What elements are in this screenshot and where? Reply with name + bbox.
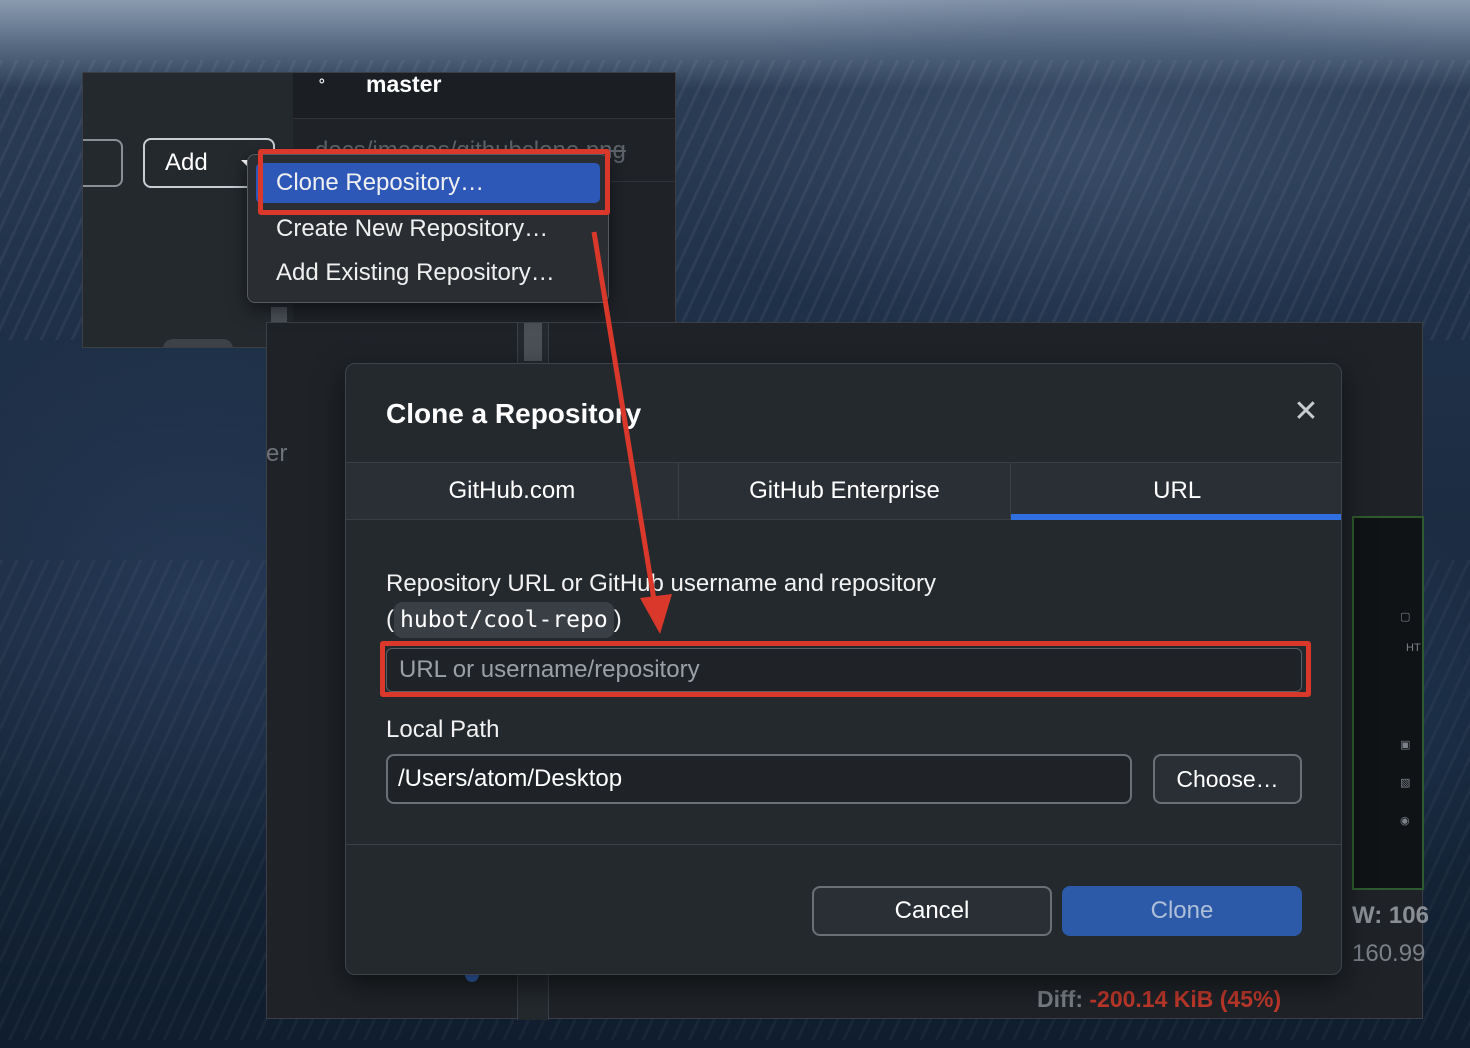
add-button-label: Add [165, 149, 208, 176]
menu-item-add-existing-repository[interactable]: Add Existing Repository… [256, 253, 600, 293]
tab-bar: GitHub.com GitHub Enterprise URL [346, 462, 1341, 520]
choose-button[interactable]: Choose… [1153, 754, 1302, 804]
menu-item-create-new-repository[interactable]: Create New Repository… [256, 209, 600, 249]
background-text: er [266, 440, 288, 467]
footer-divider [346, 844, 1341, 845]
terminal-icon: ▢ [1400, 611, 1411, 623]
git-branch-icon: ⚬ [316, 73, 328, 89]
preview-panel: ▢ HT ▣ ▧ ◉ [1352, 516, 1424, 890]
tab-url[interactable]: URL [1011, 463, 1341, 520]
close-icon[interactable]: ✕ [1292, 397, 1320, 427]
filter-field[interactable] [83, 139, 123, 187]
clone-button[interactable]: Clone [1062, 886, 1302, 936]
local-path-label: Local Path [386, 716, 500, 743]
annotation-box-menu [258, 149, 610, 215]
dialog-title: Clone a Repository [386, 398, 642, 429]
tab-github-com[interactable]: GitHub.com [346, 463, 679, 519]
example-repo-code: hubot/cool-repo [394, 602, 614, 638]
annotation-box-url-input [380, 641, 1311, 697]
current-branch-bar[interactable] [293, 73, 675, 119]
diff-label: Diff: [1037, 986, 1090, 1012]
local-path-input[interactable] [386, 754, 1132, 804]
size-stat: 160.99 [1352, 940, 1426, 967]
device-icon: ▧ [1400, 777, 1411, 789]
splitter-knob[interactable] [524, 323, 542, 361]
url-label-example-line: (hubot/cool-repo) [386, 602, 936, 638]
width-stat: W: 106 [1352, 902, 1429, 929]
tab-github-enterprise[interactable]: GitHub Enterprise [679, 463, 1012, 519]
paren-close: ) [613, 606, 622, 633]
monitor-icon: ▣ [1400, 739, 1411, 751]
cancel-button[interactable]: Cancel [812, 886, 1052, 936]
diff-stat: Diff: -200.14 KiB (45%) [1037, 986, 1281, 1013]
paren-open: ( [386, 606, 394, 633]
preview-text: HT [1406, 642, 1421, 654]
bot-icon: ◉ [1400, 815, 1410, 827]
url-label-line: Repository URL or GitHub username and re… [386, 570, 937, 597]
current-branch-name: master [366, 72, 442, 97]
diff-value: -200.14 KiB (45%) [1089, 986, 1282, 1012]
repository-url-label: Repository URL or GitHub username and re… [386, 566, 936, 638]
status-pill [163, 339, 233, 347]
